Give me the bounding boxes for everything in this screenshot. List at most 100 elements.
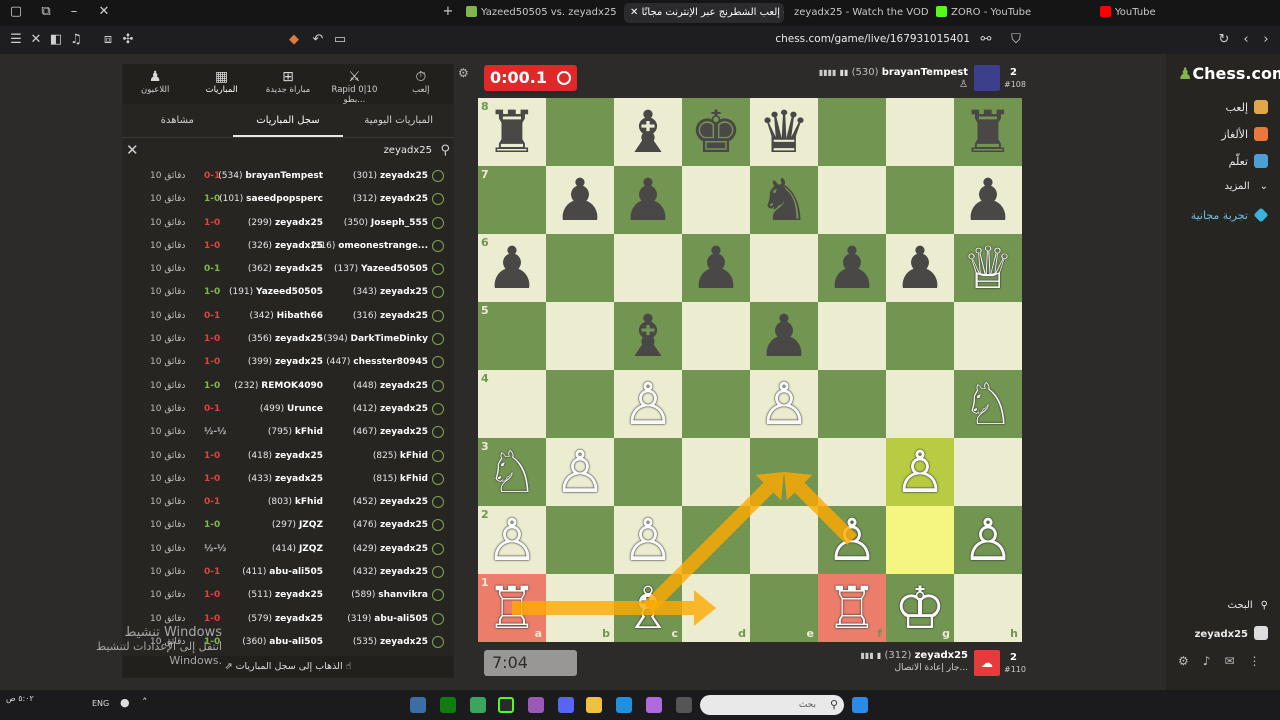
game-row[interactable]: (394) DarkTimeDinky (356) zeyadx25 1-0 10 د… — [122, 329, 454, 352]
square-h1[interactable]: h — [954, 574, 1022, 642]
square-b6[interactable] — [546, 234, 614, 302]
game-row[interactable]: (825) kFhid (418) zeyadx25 1-0 10 دقائق — [122, 446, 454, 469]
square-h3[interactable] — [954, 438, 1022, 506]
search-icon[interactable]: ⚲ — [440, 143, 450, 158]
piece-bp-icon[interactable]: ♟ — [818, 234, 886, 302]
active-app-icon[interactable] — [498, 697, 514, 713]
puzzle-ext-icon[interactable]: ✣ — [120, 32, 136, 48]
square-c3[interactable] — [614, 438, 682, 506]
bell-icon[interactable]: ♪ — [1203, 654, 1225, 668]
right-user-link[interactable]: zeyadx25 — [1195, 626, 1268, 640]
piece-wp-icon[interactable]: ♙ — [954, 506, 1022, 574]
menu-icon[interactable]: ☰ — [8, 32, 24, 48]
minimize-icon[interactable]: – — [66, 4, 82, 20]
address-bar[interactable]: ◆ ↶ ▭ chess.com/game/live/167931015401 ⚯ — [289, 31, 1000, 49]
square-e1[interactable]: e — [750, 574, 818, 642]
screenshot-icon[interactable]: ⧈ — [100, 32, 116, 48]
game-app-icon[interactable] — [528, 697, 544, 713]
nav-learn-link[interactable]: تعلّم — [1229, 154, 1268, 168]
piece-wn-icon[interactable]: ♘ — [478, 438, 546, 506]
piece-bp-icon[interactable]: ♟ — [886, 234, 954, 302]
piece-wb-icon[interactable]: ♗ — [614, 574, 682, 642]
player-name[interactable]: zeyadx25 — [915, 650, 968, 661]
piece-bp-icon[interactable]: ♟ — [750, 302, 818, 370]
square-e2[interactable] — [750, 506, 818, 574]
square-b2[interactable] — [546, 506, 614, 574]
game-row[interactable]: (452) zeyadx25 (803) kFhid 0-1 10 دقائق — [122, 492, 454, 515]
nav-play[interactable]: ⏱ إلعب — [388, 64, 454, 104]
opponent-name[interactable]: brayanTempest — [882, 67, 968, 78]
game-row[interactable]: (429) zeyadx25 (414) JZQZ ½-½ 10 دقائق — [122, 539, 454, 562]
square-d4[interactable] — [682, 370, 750, 438]
square-g5[interactable] — [886, 302, 954, 370]
game-row[interactable]: (447) chesster80945 (399) zeyadx25 1-0 10 د… — [122, 352, 454, 375]
piece-wp-icon[interactable]: ♙ — [546, 438, 614, 506]
nav-tournament[interactable]: ⚔ Rapid 0|10 بطو... — [321, 64, 387, 105]
search-input[interactable]: zeyadx25 — [384, 145, 432, 156]
piece-bp-icon[interactable]: ♟ — [682, 234, 750, 302]
settings-icon[interactable]: ⚙ — [1178, 654, 1203, 668]
music-icon[interactable]: ♫ — [68, 32, 84, 48]
square-a7[interactable]: 7 — [478, 166, 546, 234]
shield-icon[interactable]: ◆ — [286, 32, 302, 48]
square-f8[interactable] — [818, 98, 886, 166]
site-settings-icon[interactable]: ⚯ — [978, 32, 994, 48]
bookmark-icon[interactable]: ⛉ — [1008, 32, 1024, 48]
tab-analysis[interactable]: Yazeed50505 vs. zeyadx25 | Analysis — [460, 3, 620, 23]
game-row[interactable]: (316) omeonestrange... (326) zeyadx25 1-0 1… — [122, 236, 454, 259]
square-b8[interactable] — [546, 98, 614, 166]
game-row[interactable]: (312) zeyadx25 (101) saeedpopsperc 1-0 10 د… — [122, 189, 454, 212]
piece-br-icon[interactable]: ♜ — [954, 98, 1022, 166]
piece-wp-icon[interactable]: ♙ — [614, 370, 682, 438]
piece-bn-icon[interactable]: ♞ — [750, 166, 818, 234]
opponent-avatar[interactable] — [974, 65, 1000, 91]
back-icon[interactable]: ‹ — [1238, 32, 1254, 48]
square-d7[interactable] — [682, 166, 750, 234]
chesscom-logo[interactable]: ♟Chess.com — [1178, 64, 1280, 83]
new-tab-plus-icon[interactable]: + — [440, 4, 456, 20]
nav-games[interactable]: ▦ المباريات — [188, 64, 254, 104]
piece-wk-icon[interactable]: ♔ — [886, 574, 954, 642]
extension-icon[interactable]: ✕ — [28, 32, 44, 48]
tab-zoro-youtube[interactable]: ZORO - YouTube — [930, 3, 1090, 23]
windows-start-icon[interactable] — [852, 697, 868, 713]
tab-watch[interactable]: مشاهدة — [122, 104, 233, 137]
piece-bp-icon[interactable]: ♟ — [546, 166, 614, 234]
square-g2[interactable] — [886, 506, 954, 574]
square-a4[interactable]: 4 — [478, 370, 546, 438]
game-row[interactable]: (350) Joseph_555 (299) zeyadx25 1-0 10 دقائ… — [122, 213, 454, 236]
piece-wq-icon[interactable]: ♕ — [954, 234, 1022, 302]
reader-icon[interactable]: ▭ — [332, 32, 348, 48]
tab-chess-live[interactable]: ✕ إلعب الشطرنج عبر الإنترنت مجانًا - — [624, 3, 784, 23]
nav-new-game[interactable]: ⊞ مباراة جديدة — [255, 64, 321, 104]
game-row[interactable]: (301) zeyadx25 (534) brayanTempest 0-1 10 د… — [122, 166, 454, 189]
taskbar-search[interactable]: بحث ⚲ — [700, 695, 844, 715]
square-f7[interactable] — [818, 166, 886, 234]
square-f3[interactable] — [818, 438, 886, 506]
piece-bp-icon[interactable]: ♟ — [954, 166, 1022, 234]
xbox-icon[interactable] — [440, 697, 456, 713]
board-settings-icon[interactable]: ⚙ — [458, 66, 469, 80]
square-g7[interactable] — [886, 166, 954, 234]
square-e6[interactable] — [750, 234, 818, 302]
square-h5[interactable] — [954, 302, 1022, 370]
square-d3[interactable] — [682, 438, 750, 506]
game-row[interactable]: (476) zeyadx25 (297) JZQZ 1-0 10 دقائق — [122, 515, 454, 538]
close-icon[interactable]: ✕ — [96, 4, 112, 20]
piece-wn-icon[interactable]: ♘ — [954, 370, 1022, 438]
piece-wp-icon[interactable]: ♙ — [614, 506, 682, 574]
right-search-link[interactable]: البحث ⚲ — [1228, 600, 1268, 611]
square-d1[interactable]: d — [682, 574, 750, 642]
menu-dots-icon[interactable]: ⋮ — [1249, 654, 1275, 668]
tab-youtube[interactable]: YouTube — [1094, 3, 1254, 23]
piece-bq-icon[interactable]: ♛ — [750, 98, 818, 166]
tab-game-history[interactable]: سجل المباريات — [232, 104, 344, 137]
tab-kick[interactable]: zeyadx25 - Watch the VOD on Kick — [788, 3, 928, 23]
square-b4[interactable] — [546, 370, 614, 438]
tray-chevron-icon[interactable]: ˄ — [142, 696, 148, 709]
game-row[interactable]: (432) zeyadx25 (411) abu-ali505 0-1 10 دقائ… — [122, 562, 454, 585]
piece-wp-icon[interactable]: ♙ — [886, 438, 954, 506]
nav-puzzles-link[interactable]: الألغاز — [1221, 127, 1268, 141]
discord-icon[interactable] — [558, 697, 574, 713]
piece-bp-icon[interactable]: ♟ — [478, 234, 546, 302]
